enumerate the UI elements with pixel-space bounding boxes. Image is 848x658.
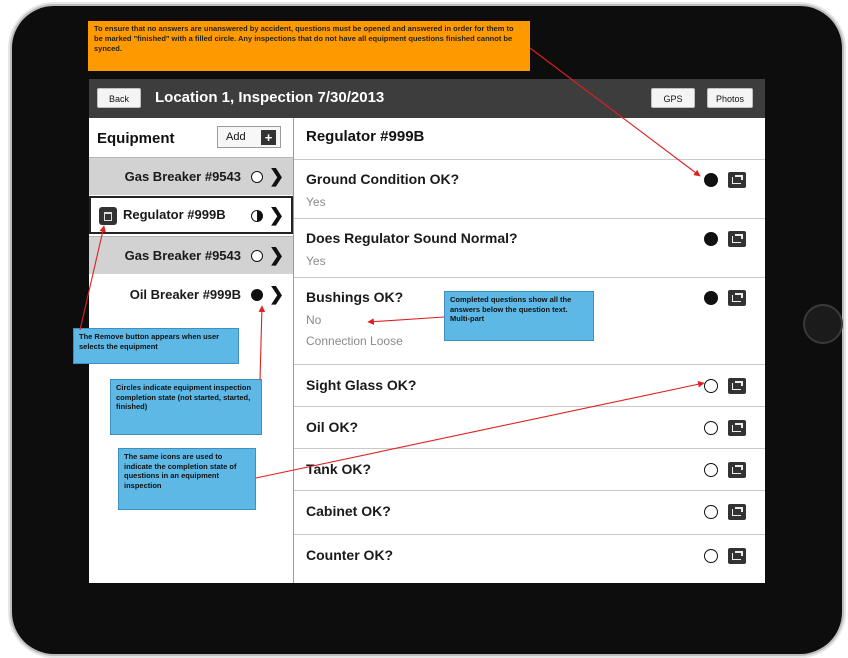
question-answer: Yes: [306, 195, 326, 209]
plus-icon: +: [261, 130, 276, 145]
question-answer: Connection Loose: [306, 334, 403, 348]
equipment-item[interactable]: Gas Breaker #9543 ❯: [89, 157, 293, 195]
empty-circle-icon: [704, 379, 718, 393]
equipment-item-label: Oil Breaker #999B: [129, 287, 241, 302]
question-row[interactable]: Does Regulator Sound Normal? Yes: [294, 218, 765, 277]
question-row[interactable]: Ground Condition OK? Yes: [294, 159, 765, 218]
open-question-icon[interactable]: [728, 378, 746, 394]
empty-circle-icon: [704, 463, 718, 477]
equipment-item[interactable]: Regulator #999B ❯: [89, 196, 293, 234]
question-answer: Yes: [306, 254, 326, 268]
question-title: Sight Glass OK?: [306, 377, 417, 393]
question-row[interactable]: Sight Glass OK?: [294, 364, 765, 406]
question-panel: Regulator #999B Ground Condition OK? Yes D…: [294, 118, 765, 583]
chevron-right-icon[interactable]: ❯: [269, 167, 284, 185]
add-label: Add: [226, 131, 246, 143]
add-equipment-button[interactable]: Add +: [217, 126, 281, 148]
open-question-icon[interactable]: [728, 420, 746, 436]
equipment-item[interactable]: Gas Breaker #9543 ❯: [89, 236, 293, 274]
question-answer: No: [306, 313, 322, 327]
question-row[interactable]: Tank OK?: [294, 448, 765, 490]
gps-button[interactable]: GPS: [651, 88, 695, 108]
question-row[interactable]: Cabinet OK?: [294, 490, 765, 534]
filled-circle-icon: [704, 232, 718, 246]
back-button[interactable]: Back: [97, 88, 141, 108]
open-question-icon[interactable]: [728, 231, 746, 247]
question-title: Tank OK?: [306, 461, 372, 477]
chevron-right-icon[interactable]: ❯: [269, 285, 284, 303]
question-row[interactable]: Counter OK?: [294, 534, 765, 578]
equipment-item[interactable]: Oil Breaker #999B ❯: [89, 276, 293, 314]
annotation-sync-rule: To ensure that no answers are unanswered…: [88, 21, 530, 71]
open-question-icon[interactable]: [728, 548, 746, 564]
question-row[interactable]: Oil OK?: [294, 406, 765, 448]
open-question-icon[interactable]: [728, 172, 746, 188]
annotation-same-icons: The same icons are used to indicate the …: [118, 448, 256, 510]
filled-circle-icon: [704, 173, 718, 187]
photos-button[interactable]: Photos: [707, 88, 753, 108]
question-title: Cabinet OK?: [306, 503, 391, 519]
question-title: Bushings OK?: [306, 289, 404, 305]
annotation-remove-button: The Remove button appears when user sele…: [73, 328, 239, 364]
equipment-item-label: Regulator #999B: [123, 207, 226, 222]
empty-circle-icon: [251, 250, 263, 262]
empty-circle-icon: [251, 171, 263, 183]
annotation-circles: Circles indicate equipment inspection co…: [110, 379, 262, 435]
chevron-right-icon[interactable]: ❯: [269, 246, 284, 264]
trash-icon[interactable]: [99, 207, 117, 225]
empty-circle-icon: [704, 549, 718, 563]
half-circle-icon: [251, 210, 263, 222]
home-button[interactable]: [803, 304, 843, 344]
equipment-item-label: Gas Breaker #9543: [124, 248, 241, 263]
question-title: Does Regulator Sound Normal?: [306, 230, 518, 246]
annotation-completed-questions: Completed questions show all the answers…: [444, 291, 594, 341]
filled-circle-icon: [704, 291, 718, 305]
question-title: Oil OK?: [306, 419, 359, 435]
page-title: Location 1, Inspection 7/30/2013: [155, 89, 385, 106]
top-bar: Back Location 1, Inspection 7/30/2013 GP…: [89, 79, 765, 118]
empty-circle-icon: [704, 505, 718, 519]
question-title: Counter OK?: [306, 547, 394, 563]
equipment-header: Equipment: [97, 130, 175, 147]
empty-circle-icon: [704, 421, 718, 435]
open-question-icon[interactable]: [728, 290, 746, 306]
equipment-detail-title: Regulator #999B: [306, 128, 425, 145]
open-question-icon[interactable]: [728, 504, 746, 520]
open-question-icon[interactable]: [728, 462, 746, 478]
question-title: Ground Condition OK?: [306, 171, 460, 187]
chevron-right-icon[interactable]: ❯: [269, 206, 284, 224]
equipment-item-label: Gas Breaker #9543: [124, 169, 241, 184]
filled-circle-icon: [251, 289, 263, 301]
